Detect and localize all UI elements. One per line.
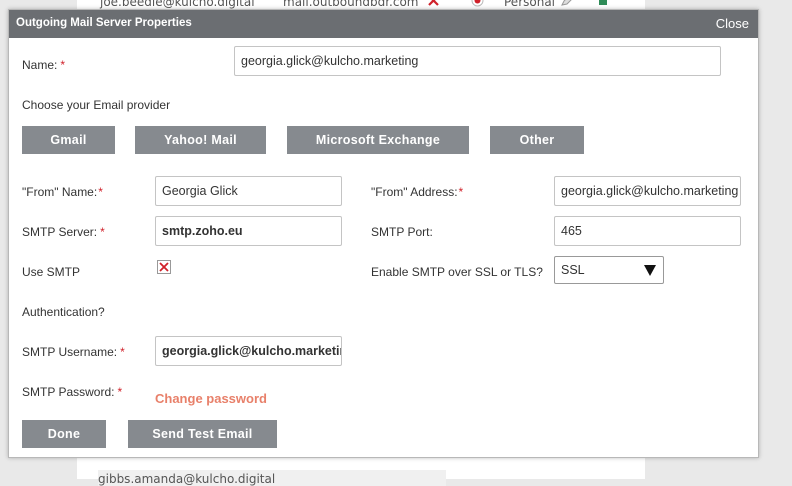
- smtp-server-input[interactable]: smtp.zoho.eu: [155, 216, 342, 246]
- use-smtp-auth-checkbox[interactable]: [157, 260, 171, 274]
- use-smtp-label: Use SMTP: [22, 265, 81, 279]
- done-button[interactable]: Done: [22, 420, 106, 448]
- smtp-port-input[interactable]: 465: [554, 216, 741, 246]
- from-name-label: "From" Name:*: [22, 185, 103, 199]
- checkbox-x-icon: [159, 262, 169, 272]
- smtp-password-label: SMTP Password: *: [22, 385, 123, 399]
- smtp-port-label: SMTP Port:: [371, 225, 433, 239]
- outgoing-mail-server-dialog: Outgoing Mail Server Properties Close Na…: [8, 9, 759, 458]
- background-account-row-bottom: gibbs.amanda@kulcho.digital: [98, 470, 446, 486]
- authentication-label: Authentication?: [22, 305, 105, 319]
- dialog-titlebar: Outgoing Mail Server Properties Close: [9, 10, 758, 38]
- required-mark: *: [458, 185, 464, 199]
- background-email-bottom: gibbs.amanda@kulcho.digital: [98, 472, 276, 486]
- name-input[interactable]: georgia.glick@kulcho.marketing: [234, 46, 721, 76]
- background-type: Personal: [504, 0, 556, 9]
- from-address-label: "From" Address:*: [371, 185, 464, 199]
- background-server: mail.outboundbdr.com: [283, 0, 419, 9]
- ssl-tls-selected-value: SSL: [561, 263, 585, 277]
- send-test-email-button[interactable]: Send Test Email: [128, 420, 277, 448]
- trash-icon[interactable]: [598, 0, 608, 9]
- dropdown-arrow-icon: [644, 265, 656, 276]
- background-email: joe.beedle@kulcho.digital: [100, 0, 255, 9]
- smtp-server-label: SMTP Server: *: [22, 225, 105, 239]
- yahoo-mail-button[interactable]: Yahoo! Mail: [135, 126, 266, 154]
- provider-heading: Choose your Email provider: [22, 98, 171, 112]
- required-mark: *: [120, 345, 125, 359]
- dialog-title: Outgoing Mail Server Properties: [16, 17, 192, 29]
- required-mark: *: [117, 385, 123, 399]
- smtp-username-label: SMTP Username: *: [22, 345, 125, 359]
- name-label: Name: *: [22, 58, 66, 72]
- other-provider-button[interactable]: Other: [490, 126, 584, 154]
- ssl-tls-label: Enable SMTP over SSL or TLS?: [371, 265, 543, 279]
- required-mark: *: [100, 225, 105, 239]
- gmail-button[interactable]: Gmail: [22, 126, 115, 154]
- ssl-tls-select[interactable]: SSL: [554, 256, 664, 284]
- from-address-input[interactable]: georgia.glick@kulcho.marketing: [554, 176, 741, 206]
- change-password-link[interactable]: Change password: [155, 391, 267, 406]
- close-button[interactable]: Close: [716, 16, 749, 31]
- microsoft-exchange-button[interactable]: Microsoft Exchange: [287, 126, 469, 154]
- smtp-username-input[interactable]: georgia.glick@kulcho.marketing: [155, 336, 342, 366]
- required-mark: *: [60, 58, 66, 72]
- from-name-input[interactable]: Georgia Glick: [155, 176, 342, 206]
- required-mark: *: [98, 185, 103, 199]
